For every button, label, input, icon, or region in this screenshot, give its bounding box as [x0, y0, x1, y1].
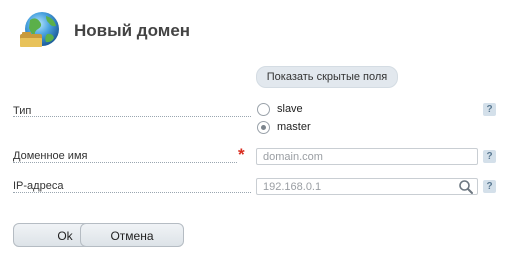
domain-name-field-wrapper	[256, 148, 478, 165]
ip-address-input[interactable]	[257, 179, 453, 195]
page-title: Новый домен	[74, 21, 191, 40]
radio-slave-label: slave	[277, 103, 303, 115]
show-hidden-fields-button[interactable]: Показать скрытые поля	[256, 66, 398, 88]
domain-name-input[interactable]	[257, 149, 453, 165]
radio-master[interactable]	[257, 120, 270, 134]
radio-option-slave[interactable]: slave	[257, 101, 303, 117]
ip-address-label: IP-адреса	[13, 180, 64, 192]
domain-name-leader-dots	[13, 162, 237, 163]
search-icon[interactable]	[458, 179, 474, 195]
radio-option-master[interactable]: master	[257, 119, 311, 135]
type-help-icon[interactable]: ?	[483, 103, 496, 116]
ip-address-field-wrapper	[256, 178, 478, 195]
radio-master-label: master	[277, 121, 311, 133]
required-marker: *	[238, 145, 245, 164]
globe-folder-icon	[20, 12, 59, 47]
domain-name-help-icon[interactable]: ?	[483, 150, 496, 163]
ip-address-help-icon[interactable]: ?	[483, 180, 496, 193]
type-leader-dots	[13, 116, 251, 117]
domain-name-label: Доменное имя	[13, 150, 88, 162]
radio-slave[interactable]	[257, 102, 270, 116]
cancel-button[interactable]: Отмена	[80, 223, 184, 247]
ip-address-leader-dots	[13, 192, 251, 193]
